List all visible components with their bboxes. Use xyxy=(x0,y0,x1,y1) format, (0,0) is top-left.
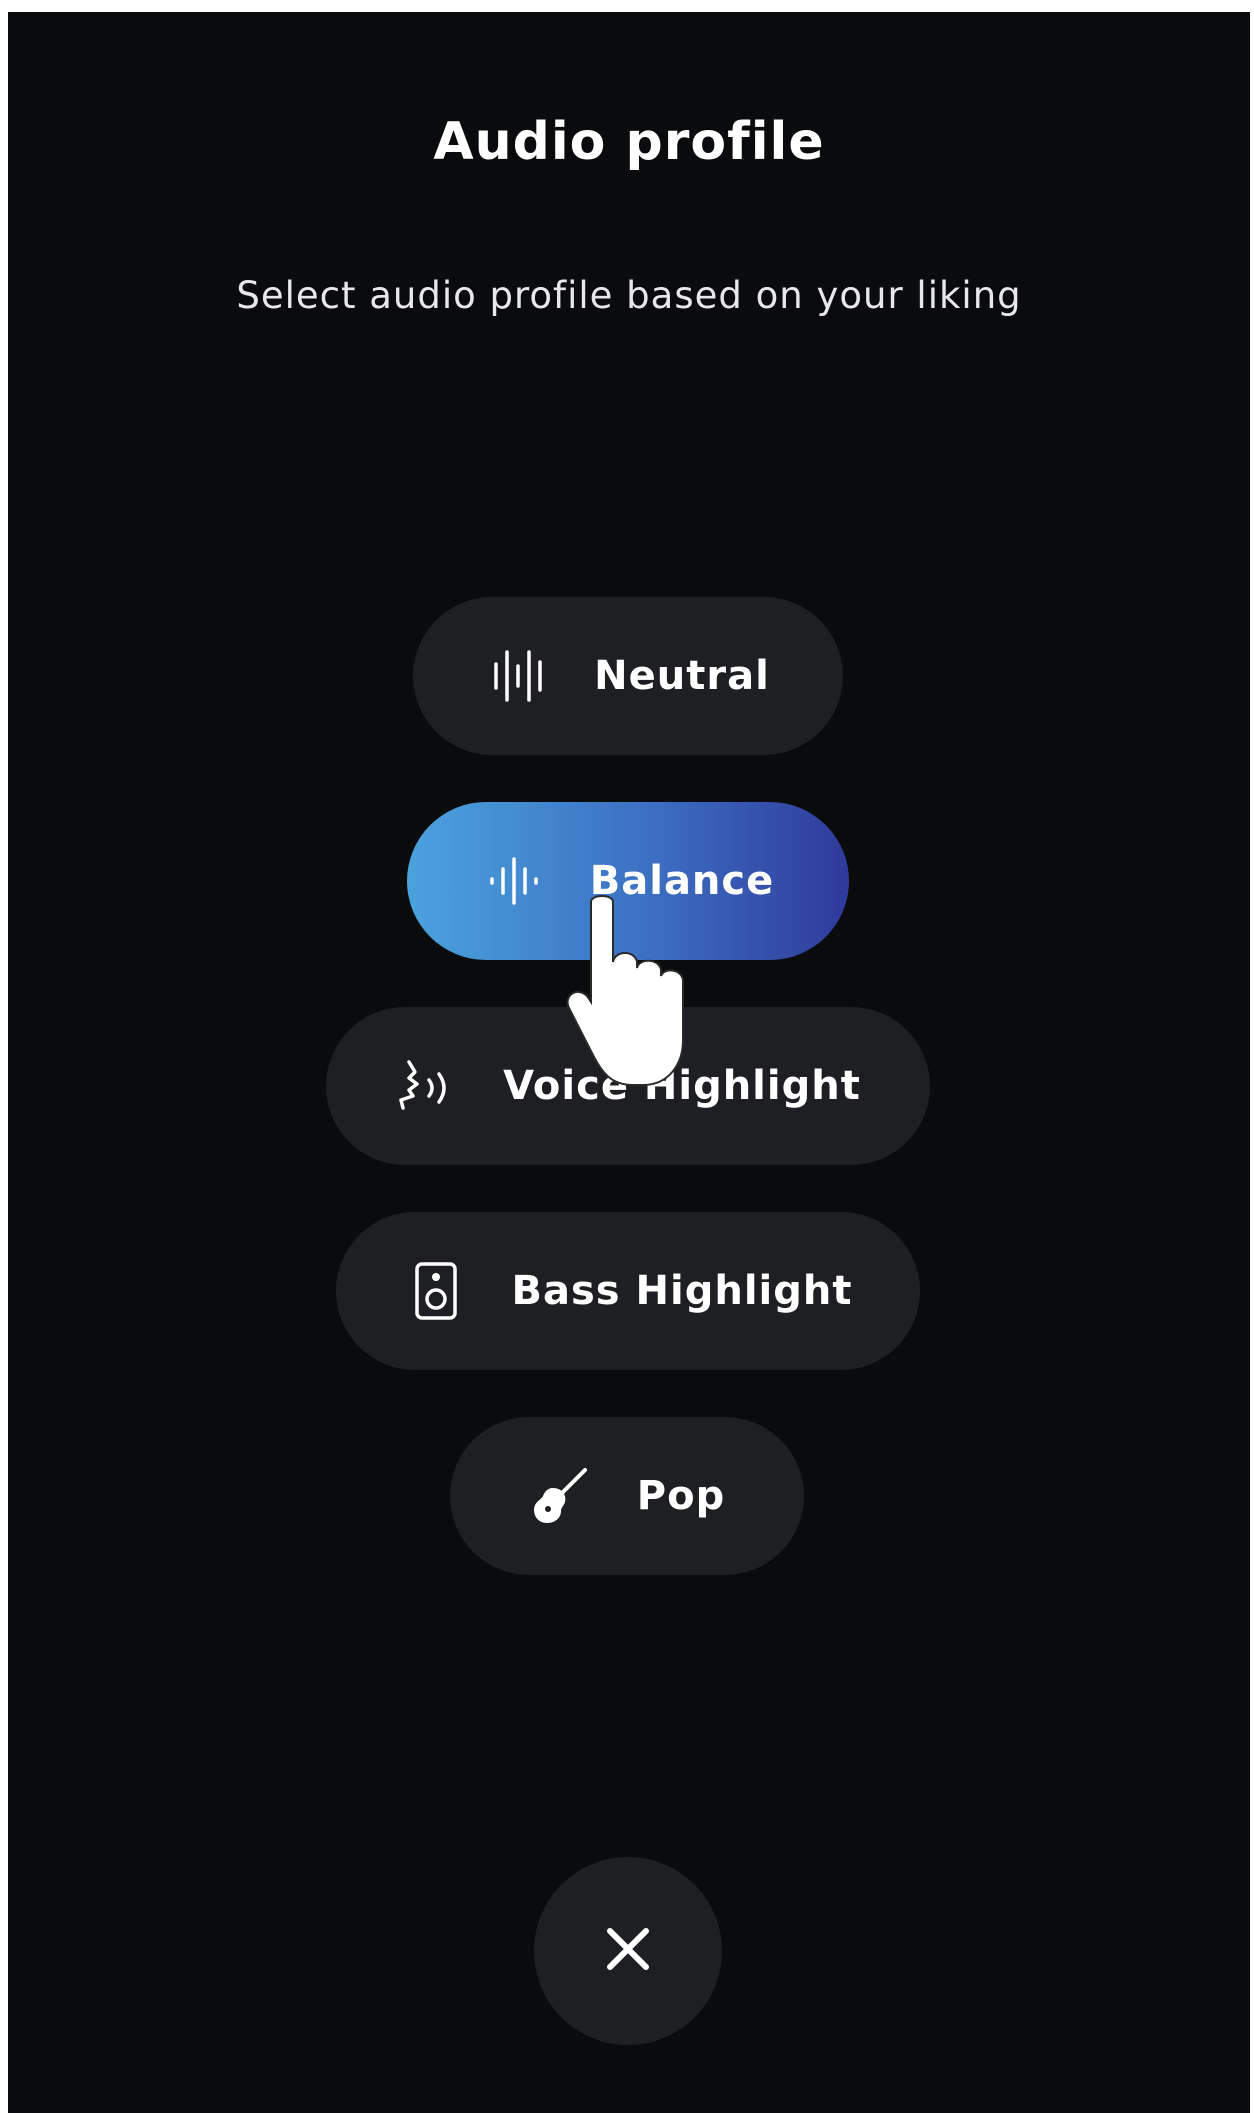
option-label: Balance xyxy=(589,858,775,904)
guitar-icon xyxy=(529,1464,593,1528)
waveform-small-icon xyxy=(482,849,546,913)
close-icon xyxy=(606,1927,650,1975)
page-title: Audio profile xyxy=(433,112,825,172)
audio-profile-screen: Audio profile Select audio profile based… xyxy=(8,12,1250,2113)
voice-icon xyxy=(395,1054,459,1118)
option-bass-highlight-button[interactable]: Bass Highlight xyxy=(336,1212,920,1370)
option-balance-button[interactable]: Balance xyxy=(407,802,849,960)
option-label: Bass Highlight xyxy=(511,1268,853,1314)
option-voice-highlight-button[interactable]: Voice Highlight xyxy=(326,1007,930,1165)
page-subtitle: Select audio profile based on your likin… xyxy=(236,274,1022,317)
option-neutral-button[interactable]: Neutral xyxy=(413,597,843,755)
close-button[interactable] xyxy=(534,1857,722,2045)
waveform-icon xyxy=(486,644,550,708)
option-label: Neutral xyxy=(594,653,770,699)
option-label: Pop xyxy=(636,1473,726,1519)
option-label: Voice Highlight xyxy=(503,1063,861,1109)
option-pop-button[interactable]: Pop xyxy=(450,1417,804,1575)
speaker-icon xyxy=(404,1259,468,1323)
